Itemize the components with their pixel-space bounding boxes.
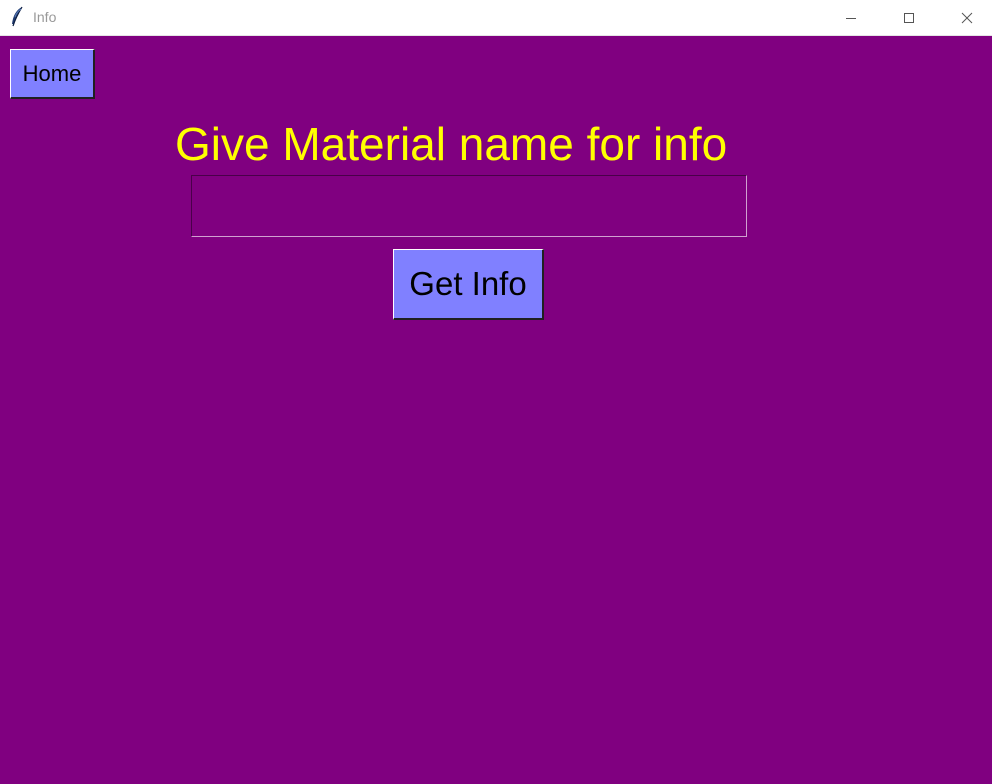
main-content: Home Give Material name for info Get Inf… <box>0 36 992 784</box>
maximize-button[interactable] <box>880 0 938 36</box>
page-title: Give Material name for info <box>175 118 728 170</box>
close-button[interactable] <box>938 0 992 36</box>
get-info-button[interactable]: Get Info <box>393 249 544 320</box>
minimize-icon <box>845 12 857 24</box>
material-name-input[interactable] <box>191 175 747 237</box>
minimize-button[interactable] <box>822 0 880 36</box>
close-icon <box>961 12 973 24</box>
maximize-icon <box>903 12 915 24</box>
window-title: Info <box>33 9 57 25</box>
home-button[interactable]: Home <box>10 49 95 99</box>
feather-icon <box>9 6 25 28</box>
title-bar[interactable]: Info <box>0 0 992 36</box>
app-window: Info Home Give Material name for info Ge… <box>0 0 992 784</box>
